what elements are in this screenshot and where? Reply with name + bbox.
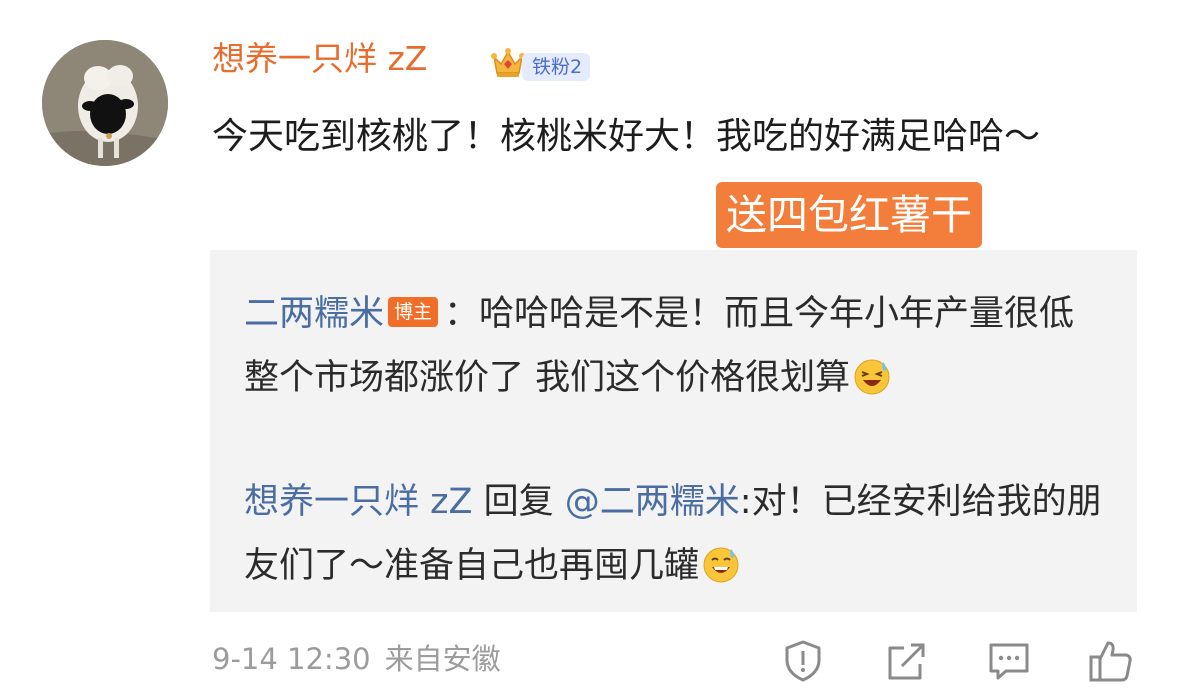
comment-source: 来自安徽: [384, 642, 501, 676]
host-badge: 博主: [388, 297, 439, 327]
reply-author[interactable]: 想养一只烊 zZ: [244, 482, 472, 522]
reply-word: 回复: [472, 482, 565, 522]
reply-item: 二两糯米 博主 ：哈哈哈是不是！而且今年小年产量很低 整个市场都涨价了 我们这个价格…: [244, 282, 1104, 410]
comment-time: 9-14 12:30: [212, 642, 371, 676]
reply-author[interactable]: 二两糯米: [244, 294, 384, 334]
crown-icon: [490, 45, 526, 81]
reply-item: 想养一只烊 zZ 回复 @二两糯米:对！已经安利给我的朋友们了～准备自己也再囤几…: [244, 470, 1104, 598]
comment-text: 今天吃到核桃了！核桃米好大！我吃的好满足哈哈～: [212, 116, 1041, 157]
gift-tag: 送四包红薯干: [716, 182, 982, 248]
comment-icon[interactable]: [986, 638, 1032, 684]
grinning-sweat-emoji: [703, 547, 739, 583]
thumbs-up-icon[interactable]: [1088, 638, 1134, 684]
sheep-photo: [42, 40, 168, 166]
reply-separator: :: [739, 482, 752, 522]
fan-level-badge: 铁粉2: [522, 53, 591, 81]
reply-thread[interactable]: 二两糯米 博主 ：哈哈哈是不是！而且今年小年产量很低 整个市场都涨价了 我们这个价格…: [210, 250, 1137, 612]
shield-report-icon[interactable]: [780, 638, 826, 684]
laughing-sweat-emoji: [854, 359, 890, 395]
comment-meta: 9-14 12:30 来自安徽: [212, 645, 501, 674]
reply-separator: ：: [444, 294, 480, 334]
comment-author[interactable]: 想养一只烊 zZ: [212, 42, 427, 75]
reply-mention[interactable]: @二两糯米: [565, 482, 740, 522]
share-icon[interactable]: [884, 638, 930, 684]
avatar[interactable]: [42, 40, 168, 166]
